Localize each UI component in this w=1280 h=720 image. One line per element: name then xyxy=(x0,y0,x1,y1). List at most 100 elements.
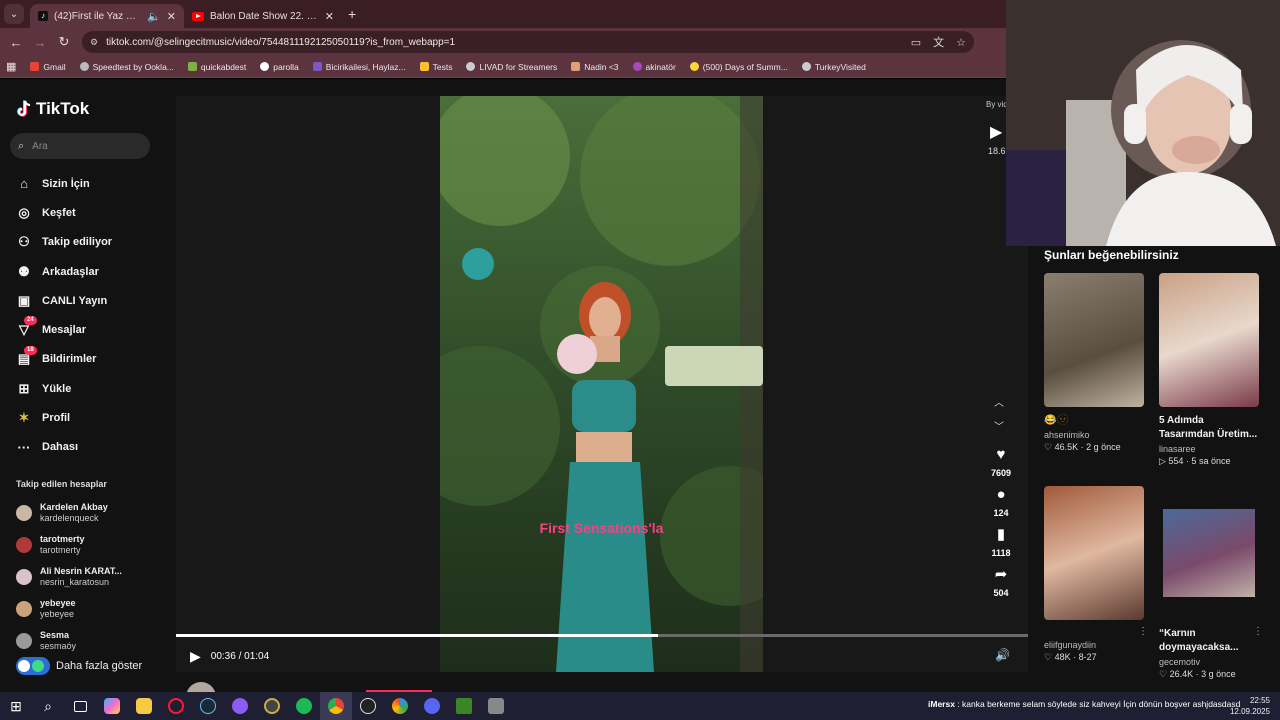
tiktok-logo[interactable]: TikTok xyxy=(16,99,89,119)
new-tab-button[interactable]: + xyxy=(348,6,356,22)
task-view-icon[interactable] xyxy=(64,692,96,720)
bookmark-label: (500) Days of Summ... xyxy=(702,61,788,72)
system-clock[interactable]: 22:55 12.09.2025 xyxy=(1230,695,1270,717)
video-caption: First Sensations'la xyxy=(539,520,664,536)
overlay-toggle-icon[interactable] xyxy=(16,657,50,675)
bookmark-parolla[interactable]: parolla xyxy=(260,62,299,72)
following-accounts-list: Kardelen Akbay kardelenqueck tarotmerty ta… xyxy=(16,497,122,657)
sidebar-item-for-you[interactable]: ⌂ Sizin İçin xyxy=(16,169,112,198)
app-icon[interactable] xyxy=(256,692,288,720)
chevron-up-icon[interactable]: ︿ xyxy=(994,394,1004,409)
bookmark-nadin[interactable]: Nadin <3 xyxy=(571,61,619,72)
video-player[interactable]: First Sensations'la ▶ 00:36 / 01:04 🔊 xyxy=(176,96,1028,672)
steam-icon[interactable] xyxy=(192,692,224,720)
save-button[interactable]: ▮ 1118 xyxy=(986,524,1016,558)
account-name: tarotmerty xyxy=(40,534,85,544)
play-icon[interactable]: ▶ xyxy=(990,122,1002,142)
cast-icon[interactable]: ▭ xyxy=(911,36,921,49)
sidebar-item-profile[interactable]: ✶ Profil xyxy=(16,403,112,432)
bookmark-label: Speedtest by Ookla... xyxy=(92,61,174,72)
bicirikailesi-icon xyxy=(312,62,322,71)
tab-tiktok[interactable]: ♪ (42)First ile Yaz Şarkısı Söyle 🔈 ✕ xyxy=(30,4,184,28)
file-explorer-icon[interactable] xyxy=(128,692,160,720)
bookmark-star-icon[interactable]: ☆ xyxy=(956,36,966,49)
sidebar-item-notifications[interactable]: ▤ 18 Bildirimler xyxy=(16,345,112,374)
app-icon[interactable] xyxy=(480,692,512,720)
bookmark-turkeyvisited[interactable]: TurkeyVisited xyxy=(801,62,866,72)
following-account[interactable]: Sesma sesmaóy xyxy=(16,625,122,657)
speaker-icon[interactable]: 🔈 xyxy=(147,10,161,23)
bookmark-500-days[interactable]: (500) Days of Summ... xyxy=(689,61,788,72)
chrome-icon[interactable] xyxy=(320,692,352,720)
bookmark-quickabdest[interactable]: quickabdest xyxy=(187,61,247,72)
sidebar-item-explore[interactable]: ◎ Keşfet xyxy=(16,198,112,227)
copilot-icon[interactable] xyxy=(96,692,128,720)
bookmark-label: Nadin <3 xyxy=(584,61,619,72)
following-account[interactable]: Kardelen Akbay kardelenqueck xyxy=(16,497,122,529)
minecraft-icon[interactable] xyxy=(448,692,480,720)
suggestion-stats: ♡ 46.5K · 2 g önce xyxy=(1044,442,1121,452)
show-more-label: Daha fazla göster xyxy=(56,660,143,672)
discord-icon[interactable] xyxy=(416,692,448,720)
start-icon[interactable]: ⊞ xyxy=(0,692,32,720)
sidebar-item-messages[interactable]: ▽ 24 Mesajlar xyxy=(16,315,112,344)
bookmark-livad[interactable]: LIVAD for Streamers xyxy=(466,62,557,72)
suggestion-card[interactable]: ⋮ “Karnın doymayacaksa... gecemotiv ♡ 26… xyxy=(1159,486,1263,680)
apps-grid-icon[interactable]: ▦ xyxy=(6,60,16,73)
suggestion-card[interactable]: 5 Adımda Tasarımdan Üretim... linasaree … xyxy=(1159,273,1259,467)
opera-icon[interactable] xyxy=(160,692,192,720)
suggestion-card[interactable]: 😂🫥 ahsenimiko ♡ 46.5K · 2 g önce xyxy=(1044,273,1144,453)
bookmark-akinator[interactable]: akinatör xyxy=(632,62,676,72)
tab-youtube[interactable]: Balon Date Show 22. Bölüm - Y ✕ xyxy=(184,4,342,28)
logo-text: TikTok xyxy=(36,99,90,118)
show-more-button[interactable]: Daha fazla göster xyxy=(16,657,142,675)
bookmark-gmail[interactable]: Gmail xyxy=(30,62,66,72)
nav-label: Bildirimler xyxy=(42,353,97,366)
friends-icon: ⚉ xyxy=(18,263,30,279)
app-icon[interactable] xyxy=(384,692,416,720)
suggestion-thumbnail xyxy=(1159,486,1259,620)
bookmark-bicirikailesi[interactable]: Bicirikailesi, Haylaz... xyxy=(312,61,406,72)
following-account[interactable]: tarotmerty tarotmerty xyxy=(16,529,122,561)
tab-close-icon[interactable]: ✕ xyxy=(325,10,334,23)
bookmark-tests[interactable]: Tests xyxy=(419,62,452,72)
sidebar-item-live[interactable]: ▣ CANLI Yayın xyxy=(16,286,112,315)
avatar xyxy=(16,505,32,521)
share-count: 504 xyxy=(993,588,1009,598)
share-button[interactable]: ➦ 504 xyxy=(986,564,1016,598)
app-icon[interactable] xyxy=(352,692,384,720)
url-field[interactable]: ⚙ tiktok.com/@selingecitmusic/video/7544… xyxy=(82,31,974,53)
suggestion-card[interactable]: ⋮ eliifgunaydiin ♡ 48K · 8-27 xyxy=(1044,486,1148,663)
back-icon[interactable]: ← xyxy=(4,35,28,50)
compass-icon: ◎ xyxy=(18,204,30,220)
search-icon[interactable]: ⌕ xyxy=(32,692,64,720)
sidebar-item-more[interactable]: ··· Dahası xyxy=(16,433,112,462)
search-input[interactable]: ⌕ Ara xyxy=(10,133,150,159)
spotify-icon[interactable] xyxy=(288,692,320,720)
obs-icon[interactable] xyxy=(224,692,256,720)
site-info-icon[interactable]: ⚙ xyxy=(90,37,98,48)
reload-icon[interactable]: ↻ xyxy=(52,34,76,50)
tab-search-button[interactable]: ⌄ xyxy=(4,4,24,24)
account-username: kardelenqueck xyxy=(40,513,99,523)
bookmark-speedtest[interactable]: Speedtest by Ookla... xyxy=(79,61,174,72)
following-account[interactable]: yebeyee yebeyee xyxy=(16,593,122,625)
forward-icon[interactable]: → xyxy=(28,35,52,50)
following-account[interactable]: Ali Nesrin KARAT... nesrin_karatosun xyxy=(16,561,122,593)
chevron-down-icon[interactable]: ﹀ xyxy=(994,418,1004,433)
sidebar-item-following[interactable]: ⚇ Takip ediliyor xyxy=(16,228,112,257)
translate-icon[interactable]: 文 xyxy=(933,34,944,50)
tab-close-icon[interactable]: ✕ xyxy=(167,10,176,23)
bookmark-label: quickabdest xyxy=(200,61,247,72)
comment-button[interactable]: ● 124 xyxy=(986,484,1016,519)
video-frame[interactable]: First Sensations'la xyxy=(440,96,763,672)
sidebar-item-upload[interactable]: ⊞ Yükle xyxy=(16,374,112,403)
volume-icon[interactable]: 🔊 xyxy=(995,648,1010,662)
bookmark-label: Bicirikailesi, Haylaz... xyxy=(325,61,406,72)
more-options-icon[interactable]: ⋮ xyxy=(1138,626,1148,637)
more-options-icon[interactable]: ⋮ xyxy=(1253,626,1263,637)
sidebar-item-friends[interactable]: ⚉ Arkadaşlar xyxy=(16,257,112,286)
like-button[interactable]: ♥ 7609 xyxy=(986,444,1016,479)
globe-icon xyxy=(801,62,811,71)
play-icon[interactable]: ▶ xyxy=(190,648,201,665)
